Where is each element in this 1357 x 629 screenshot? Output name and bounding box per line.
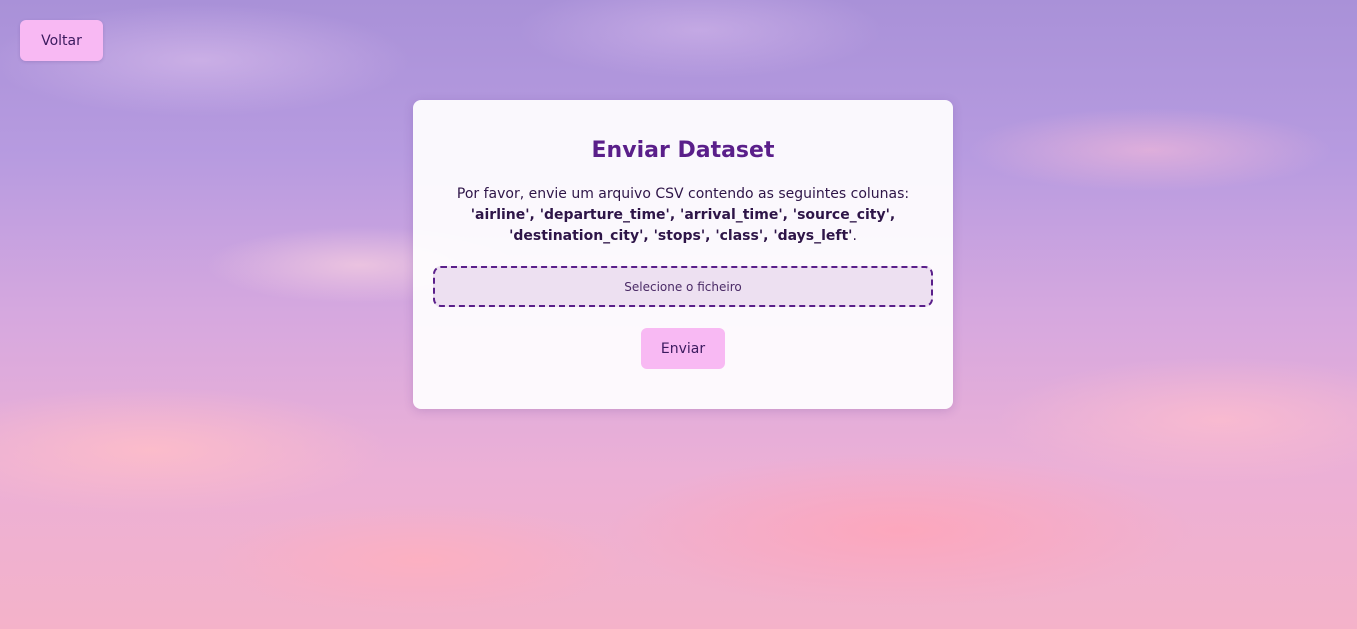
upload-instructions: Por favor, envie um arquivo CSV contendo… [443,184,923,247]
file-input-label: Selecione o ficheiro [624,279,742,294]
upload-card: Enviar Dataset Por favor, envie um arqui… [413,100,953,409]
required-columns: 'airline', 'departure_time', 'arrival_ti… [470,207,896,244]
instructions-prefix: Por favor, envie um arquivo CSV contendo… [456,186,910,202]
file-input[interactable]: Selecione o ficheiro [433,266,933,307]
submit-button[interactable]: Enviar [641,328,725,369]
back-button[interactable]: Voltar [20,20,103,61]
page-title: Enviar Dataset [591,138,775,163]
instructions-suffix: . [852,228,857,244]
